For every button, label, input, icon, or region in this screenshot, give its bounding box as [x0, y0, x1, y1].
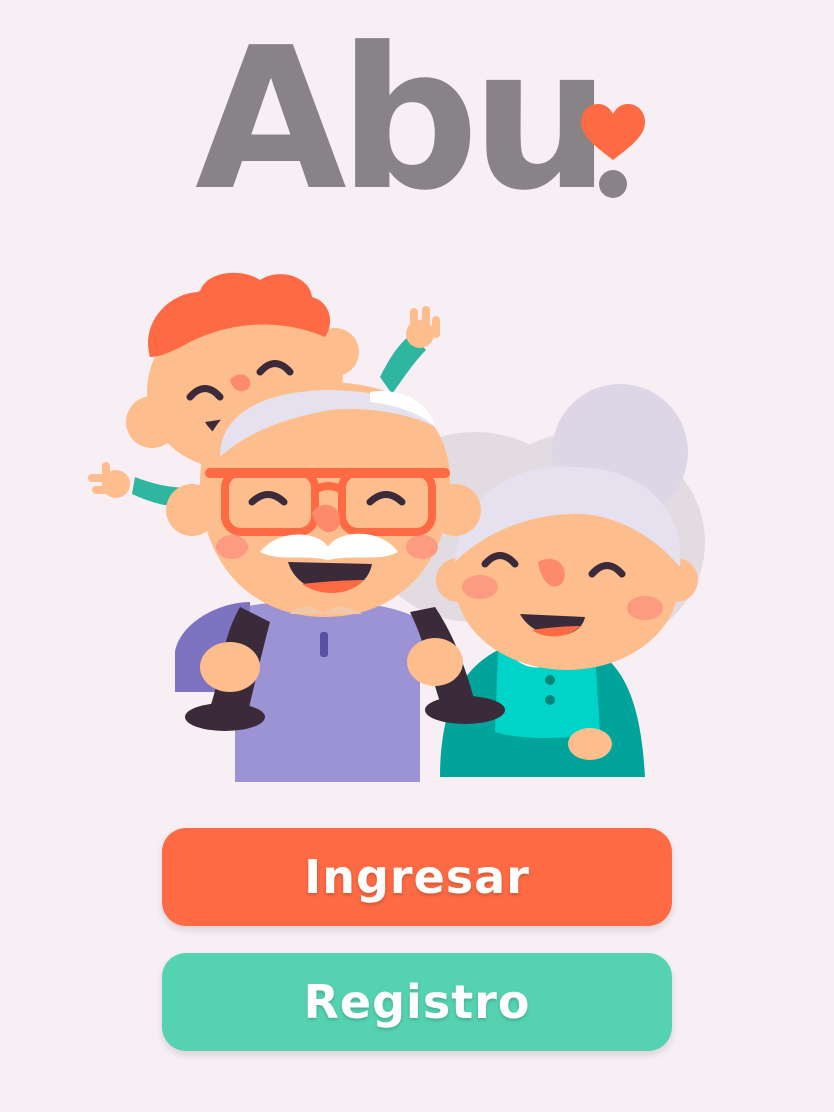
app-logo: Abu — [195, 22, 655, 218]
welcome-screen: Abu Ingresar Registro — [0, 0, 834, 1112]
register-button[interactable]: Registro — [162, 953, 672, 1051]
family-illustration — [88, 272, 705, 782]
heart-icon — [581, 104, 645, 198]
logo-text: Abu — [195, 6, 611, 234]
login-button[interactable]: Ingresar — [162, 828, 672, 926]
